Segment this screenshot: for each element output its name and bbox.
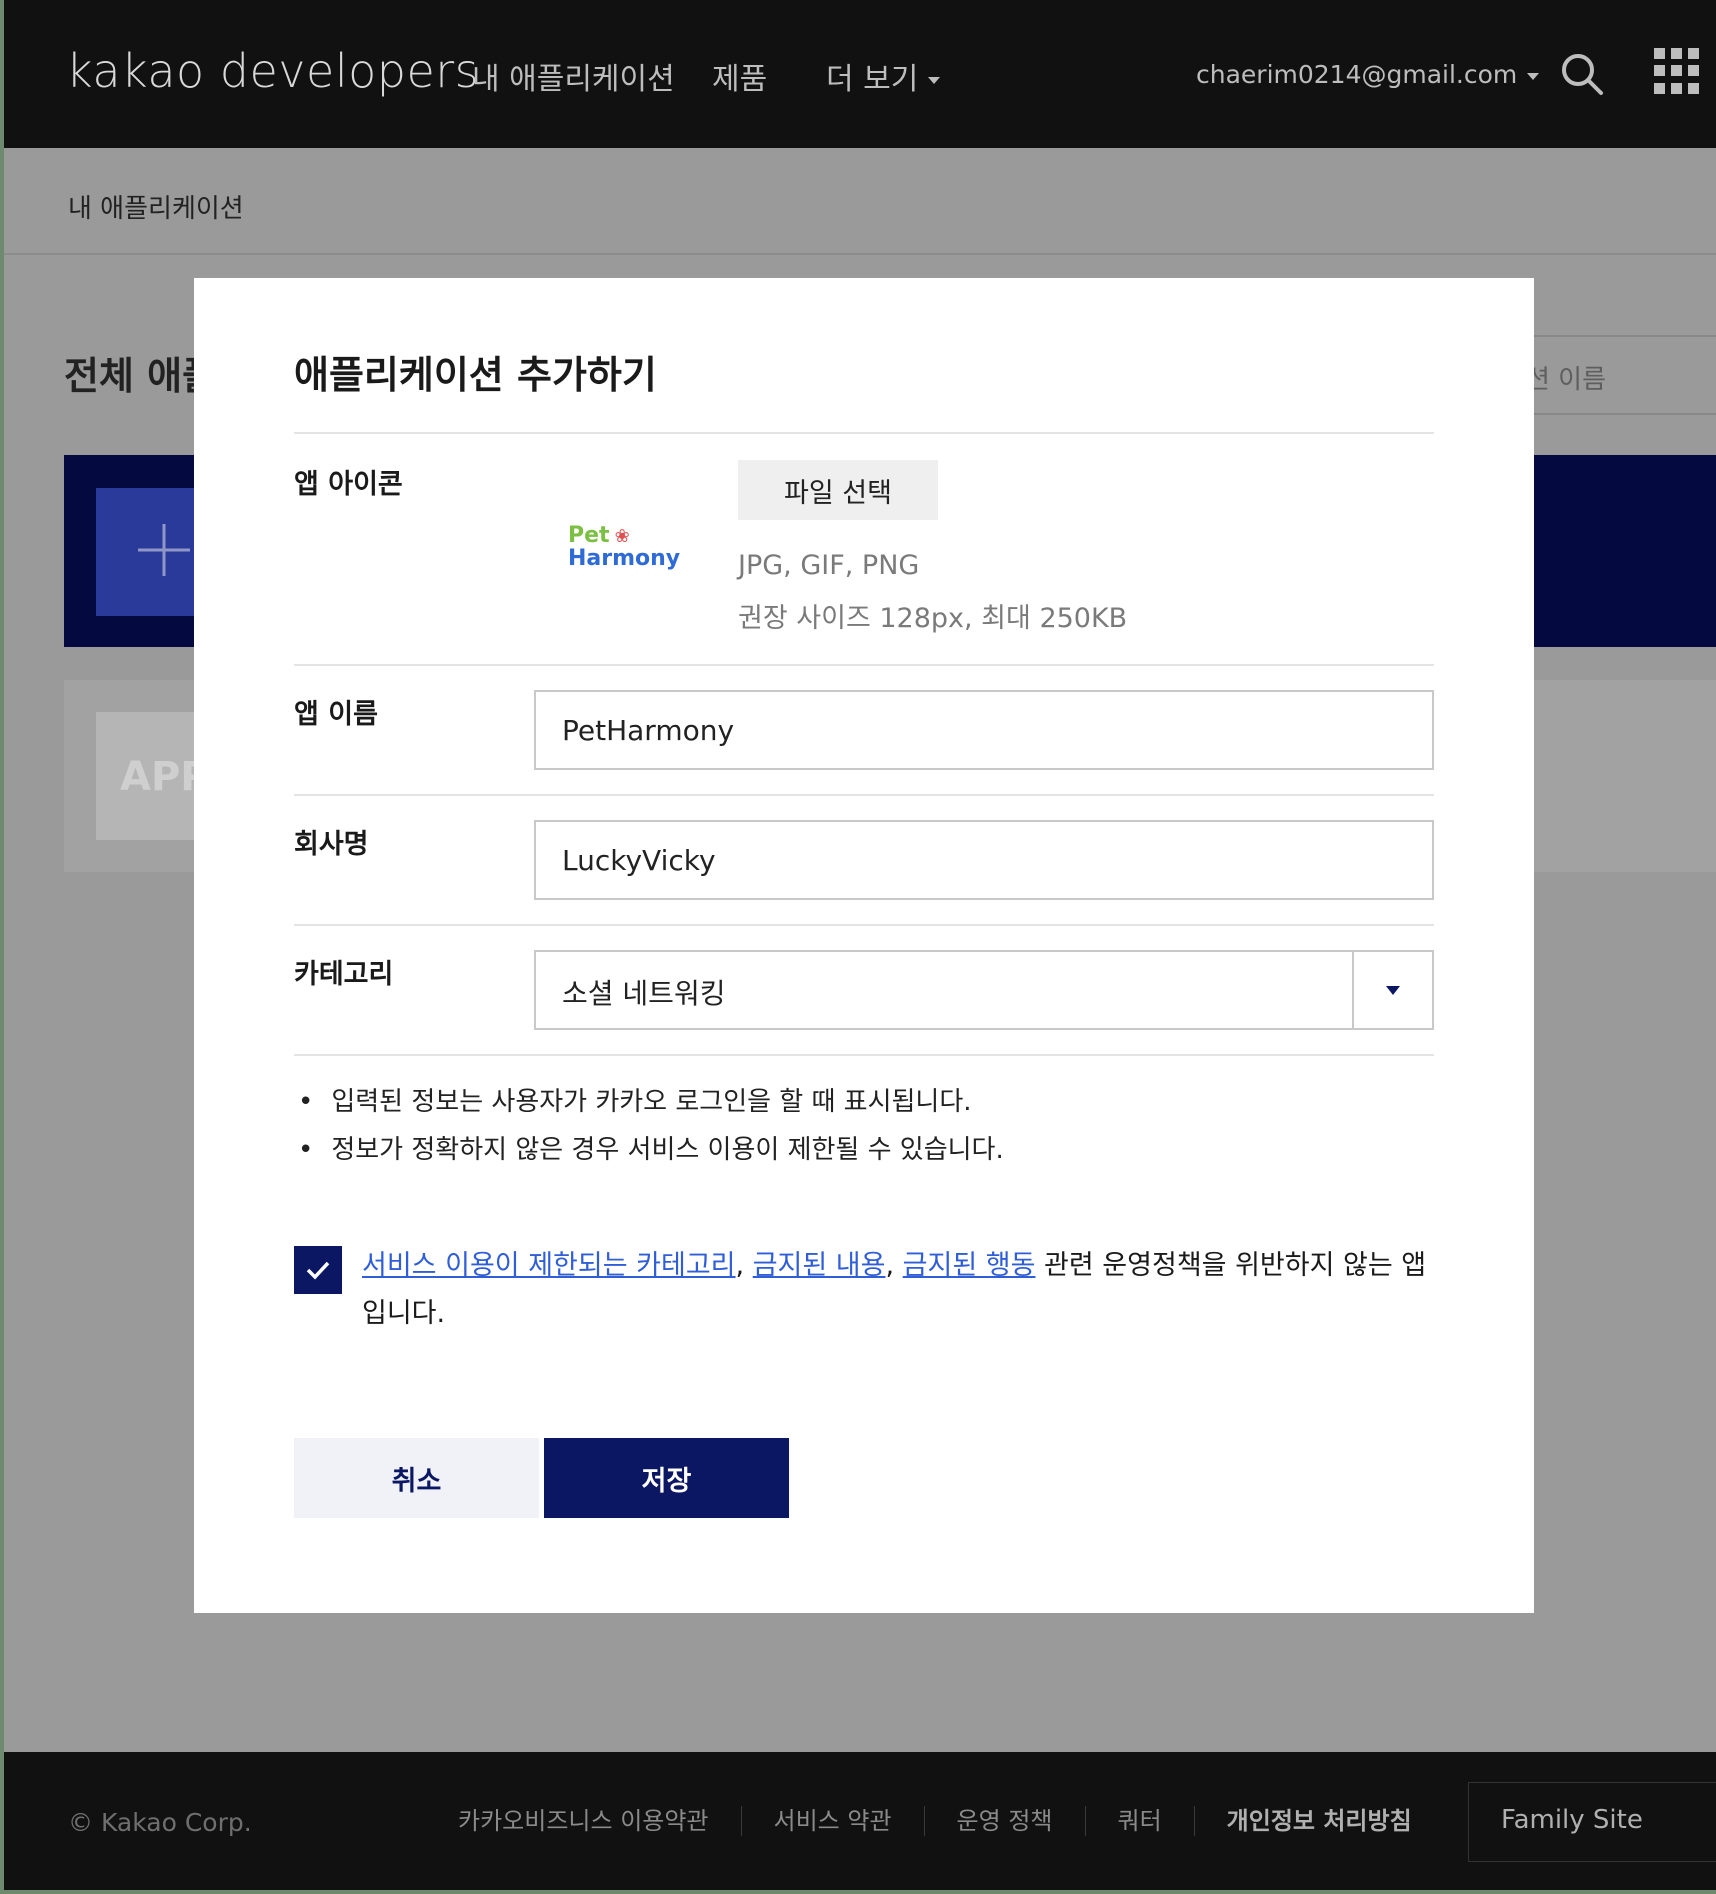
logo-text-pet: Pet [568,523,610,548]
divider [294,794,1434,796]
file-size-hint: 권장 사이즈 128px, 최대 250KB [738,603,1128,634]
link-restricted-category[interactable]: 서비스 이용이 제한되는 카테고리 [362,1250,736,1281]
checkmark-icon [306,1261,330,1280]
category-selected-value: 소셜 네트워킹 [562,977,726,1010]
apps-grid-icon[interactable] [1654,48,1700,94]
nav-more[interactable]: 더 보기 [826,54,941,98]
agree-separator: , [885,1250,903,1281]
divider [294,432,1434,434]
family-site-select[interactable]: Family Site [1468,1782,1716,1862]
footer-link-biz-terms[interactable]: 카카오비즈니스 이용약관 [458,1806,742,1836]
app-name-input[interactable] [534,690,1434,770]
divider [294,1054,1434,1056]
notice-item: 정보가 정확하지 않은 경우 서비스 이용이 제한될 수 있습니다. [298,1126,1003,1174]
footer-link-quota[interactable]: 쿼터 [1086,1806,1195,1836]
link-prohibited-content[interactable]: 금지된 내용 [753,1250,886,1281]
divider [294,924,1434,926]
category-label: 카테고리 [294,959,394,990]
app-name-label: 앱 이름 [294,699,378,730]
caret-down-icon [1386,986,1400,995]
logo-text-harmony: Harmony [568,546,681,571]
footer-link-privacy[interactable]: 개인정보 처리방침 [1195,1806,1444,1836]
cancel-button[interactable]: 취소 [294,1438,539,1518]
company-name-label: 회사명 [294,829,369,860]
footer-links: 카카오비즈니스 이용약관 서비스 약관 운영 정책 쿼터 개인정보 처리방침 [458,1806,1444,1836]
agree-checkbox[interactable] [294,1246,342,1294]
kakao-developers-logo[interactable]: kakao developers [66,44,479,98]
app-window: kakao developers 내 애플리케이션 제품 더 보기 chaeri… [4,0,1716,1890]
notice-item: 입력된 정보는 사용자가 카카오 로그인을 할 때 표시됩니다. [298,1078,1004,1126]
file-format-hint: JPG, GIF, PNG [738,550,920,581]
nav-more-label: 더 보기 [826,62,919,97]
notice-list: 입력된 정보는 사용자가 카카오 로그인을 할 때 표시됩니다. 정보가 정확하… [298,1078,1004,1174]
breadcrumb[interactable]: 내 애플리케이션 [68,188,244,225]
app-icon-preview: Pet ❀ Harmony [568,523,698,583]
nav-products[interactable]: 제품 [712,54,767,98]
nav-my-applications[interactable]: 내 애플리케이션 [472,54,675,98]
breadcrumb-bar: 내 애플리케이션 [4,148,1716,255]
modal-title: 애플리케이션 추가하기 [294,353,657,397]
divider [294,664,1434,666]
footer-link-service-terms[interactable]: 서비스 약관 [742,1806,925,1836]
agree-separator: , [735,1250,753,1281]
paw-icon: ❀ [614,526,630,547]
app-icon-label: 앱 아이콘 [294,469,403,500]
chevron-down-icon [1527,72,1540,80]
plus-icon [138,524,190,576]
global-nav: kakao developers 내 애플리케이션 제품 더 보기 chaeri… [4,0,1716,148]
agree-text: 서비스 이용이 제한되는 카테고리, 금지된 내용, 금지된 행동 관련 운영정… [362,1242,1442,1338]
search-icon[interactable] [1558,50,1606,98]
copyright: © Kakao Corp. [68,1808,252,1837]
add-application-modal: 애플리케이션 추가하기 앱 아이콘 파일 선택 Pet ❀ Harmony JP… [194,278,1534,1613]
link-prohibited-behavior[interactable]: 금지된 행동 [903,1250,1036,1281]
file-select-button[interactable]: 파일 선택 [738,460,938,520]
company-name-input[interactable] [534,820,1434,900]
category-dropdown-toggle[interactable] [1352,952,1432,1028]
footer: © Kakao Corp. 카카오비즈니스 이용약관 서비스 약관 운영 정책 … [4,1752,1716,1890]
user-email: chaerim0214@gmail.com [1196,60,1518,89]
chevron-down-icon [928,77,941,84]
category-select[interactable]: 소셜 네트워킹 [534,950,1434,1030]
save-button[interactable]: 저장 [544,1438,789,1518]
user-menu[interactable]: chaerim0214@gmail.com [1196,60,1540,89]
footer-link-operation-policy[interactable]: 운영 정책 [925,1806,1086,1836]
